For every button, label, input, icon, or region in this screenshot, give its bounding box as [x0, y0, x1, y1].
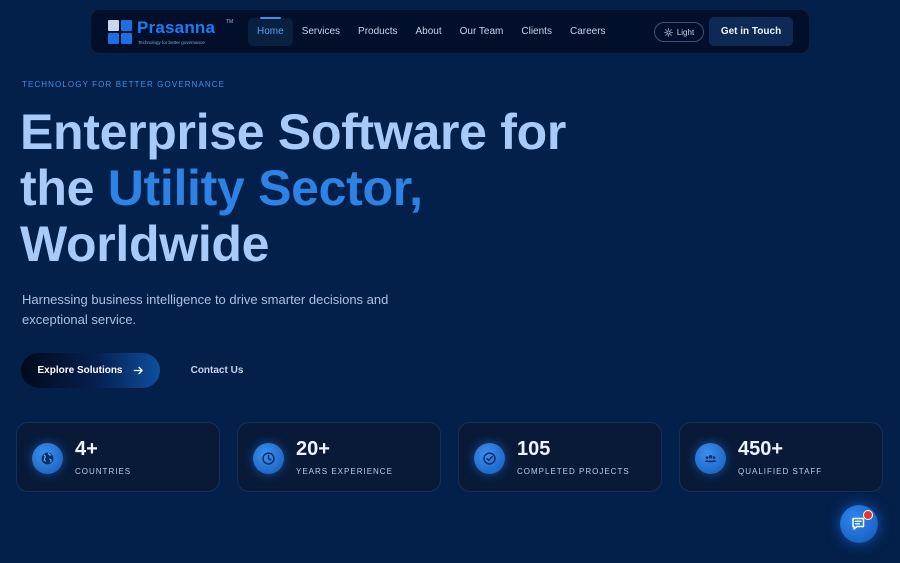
nav-item-careers[interactable]: Careers [561, 18, 615, 46]
sun-icon [664, 27, 673, 37]
stat-card-years: 20+ YEARS EXPERIENCE [237, 422, 441, 492]
theme-toggle-label: Light [676, 27, 695, 37]
stat-value: 20+ [296, 438, 330, 460]
get-in-touch-button[interactable]: Get in Touch [709, 17, 793, 46]
brand-name: Prasanna [137, 18, 216, 37]
stat-label: COMPLETED PROJECTS [517, 467, 630, 476]
clock-icon [262, 452, 275, 465]
arrow-right-icon [133, 366, 143, 375]
main-menu: Home Services Products About Our Team Cl… [248, 17, 615, 46]
nav-item-about[interactable]: About [407, 18, 451, 46]
nav-item-our-team[interactable]: Our Team [451, 18, 513, 46]
hero-headline: Enterprise Software for the Utility Sect… [20, 104, 640, 272]
stat-value: 4+ [75, 438, 98, 460]
hero-eyebrow: TECHNOLOGY FOR BETTER GOVERNANCE [22, 80, 226, 89]
stat-card-countries: 4+ COUNTRIES [16, 422, 220, 492]
check-circle-icon [483, 452, 496, 465]
stat-label: YEARS EXPERIENCE [296, 467, 393, 476]
nav-item-home[interactable]: Home [248, 17, 293, 46]
logo-mark-icon [108, 20, 134, 45]
nav-item-services[interactable]: Services [293, 18, 349, 46]
headline-line-3: Worldwide [20, 216, 270, 272]
contact-us-link[interactable]: Contact Us [183, 360, 251, 382]
headline-line-2-start: the [20, 160, 95, 216]
stat-value: 450+ [738, 438, 784, 460]
headline-line-1: Enterprise Software for [20, 104, 567, 160]
stat-card-projects: 105 COMPLETED PROJECTS [458, 422, 662, 492]
brand-tagline: Technology for better governance [138, 40, 205, 45]
stat-card-staff: 450+ QUALIFIED STAFF [679, 422, 883, 492]
explore-solutions-button[interactable]: Explore Solutions [21, 353, 160, 388]
stat-label: QUALIFIED STAFF [738, 467, 823, 476]
trademark-mark: TM [226, 19, 234, 25]
top-navigation-bar: Prasanna TM Technology for better govern… [90, 9, 810, 54]
nav-item-products[interactable]: Products [349, 18, 406, 46]
chat-button[interactable] [840, 505, 878, 543]
brand-logo[interactable]: Prasanna TM Technology for better govern… [108, 18, 233, 48]
headline-accent: Utility Sector, [107, 160, 423, 216]
theme-toggle-button[interactable]: Light [654, 22, 704, 42]
hero-subtitle: Harnessing business intelligence to driv… [22, 292, 389, 327]
globe-icon [41, 452, 54, 465]
team-icon [704, 455, 717, 463]
stats-row: 4+ COUNTRIES 20+ YEARS EXPERIENCE 105 CO… [16, 422, 884, 492]
explore-solutions-label: Explore Solutions [37, 365, 123, 376]
nav-item-clients[interactable]: Clients [512, 18, 561, 46]
stat-label: COUNTRIES [75, 467, 132, 476]
notification-dot [863, 510, 873, 520]
stat-value: 105 [517, 438, 551, 460]
